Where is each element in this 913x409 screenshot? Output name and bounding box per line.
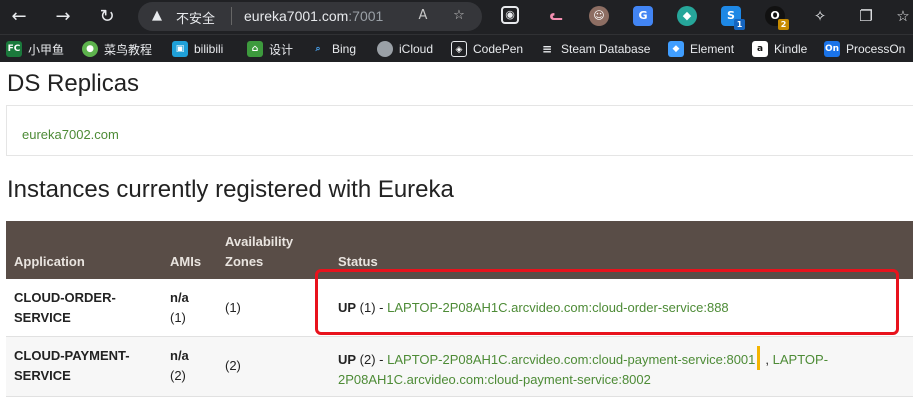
extension-badge: 1 (734, 19, 745, 30)
bookmark-processon[interactable]: On ProcessOn (824, 40, 905, 58)
apple-icon (377, 41, 393, 57)
translate-icon[interactable]: G (633, 6, 653, 26)
bookmark-label: Element (690, 42, 735, 56)
bookmark-label: Steam Database (561, 42, 651, 56)
status-line2: 2P08AH1C.arcvideo.com:cloud-payment-serv… (338, 370, 898, 390)
bookmark-element[interactable]: ◆ Element (668, 40, 734, 58)
bookmark-label: iCloud (399, 42, 434, 56)
header-application[interactable]: Application (14, 252, 85, 272)
annotation-highlight-box (315, 269, 899, 335)
collections-icon[interactable]: ◉ (501, 6, 519, 24)
zones-value: (1) (225, 300, 241, 315)
instance-link[interactable]: LAPTOP-2P08AH1C.arcvideo.com:cloud-payme… (387, 352, 755, 367)
header-zones-line1: Availability (225, 234, 294, 249)
header-amis[interactable]: AMIs (170, 252, 201, 272)
amis-line2: (2) (170, 368, 186, 383)
bookmark-label: 设计 (269, 42, 294, 57)
back-icon[interactable]: ← (6, 4, 32, 30)
address-bar[interactable]: ▲ 不安全 eureka7001.com:7001 A ☆ (138, 2, 482, 31)
add-favorite-icon[interactable]: ☆ (450, 7, 468, 25)
read-aloud-icon[interactable]: A (414, 7, 432, 25)
amazon-icon: a (752, 41, 768, 57)
amis-line2: (1) (170, 310, 186, 325)
bookmarks-bar: FC 小甲鱼 ● 菜鸟教程 ▣ bilibili ⌂ 设计 ⌕ Bing iCloud ◈… (0, 34, 913, 62)
instances-heading: Instances currently registered with Eure… (7, 176, 454, 203)
reload-icon[interactable]: ↻ (94, 4, 120, 30)
bilibili-icon: ▣ (172, 41, 188, 57)
extensions-icon[interactable]: ✧ (810, 6, 830, 26)
bookmark-label: CodePen (473, 42, 524, 56)
bookmark-steam-database[interactable]: ≡ Steam Database (539, 40, 650, 58)
url-text[interactable]: eureka7001.com:7001 (244, 8, 383, 24)
database-icon: ≡ (541, 42, 553, 56)
amis-value: n/a (2) (170, 346, 189, 386)
bookmark-bing[interactable]: ⌕ Bing (310, 40, 356, 58)
bookmark-label: bilibili (194, 42, 224, 56)
app-name: CLOUD-ORDER- SERVICE (14, 288, 116, 328)
page-content: DS Replicas eureka7002.com Instances cur… (0, 62, 913, 409)
replica-link[interactable]: eureka7002.com (22, 127, 119, 142)
bookmark-label: Bing (332, 42, 357, 56)
bookmark-codepen[interactable]: ◈ CodePen (451, 40, 523, 58)
collections-panel-icon[interactable]: ❐ (856, 6, 876, 26)
search-icon: ⌕ (315, 44, 321, 54)
link-separator: , (765, 352, 770, 367)
address-divider (231, 7, 232, 25)
app-name-line2: SERVICE (14, 368, 71, 383)
bookmark-runoob[interactable]: ● 菜鸟教程 (82, 40, 152, 58)
bookmark-kindle[interactable]: a Kindle (752, 40, 807, 58)
bookmark-label: 菜鸟教程 (104, 42, 153, 57)
bookmark-label: Kindle (774, 42, 808, 56)
amis-line1: n/a (170, 290, 189, 305)
replica-list: eureka7002.com (6, 105, 913, 156)
url-host: eureka7001.com (244, 8, 349, 24)
status-line1: UP (2) - LAPTOP-2P08AH1C.arcvideo.com:cl… (338, 346, 898, 370)
runoob-icon: ● (82, 41, 98, 57)
app-name: CLOUD-PAYMENT- SERVICE (14, 346, 130, 386)
instance-link-2-part1[interactable]: LAPTOP- (773, 352, 828, 367)
warning-icon[interactable]: ▲ (152, 8, 168, 24)
bookmark-label: 小甲鱼 (28, 42, 65, 57)
design-icon: ⌂ (247, 41, 263, 57)
extension-badge: 2 (778, 19, 789, 30)
drop-extension-icon[interactable]: ◆ (677, 6, 697, 26)
codepen-icon: ◈ (451, 41, 467, 57)
bookmark-bilibili[interactable]: ▣ bilibili (172, 40, 223, 58)
bookmark-icloud[interactable]: iCloud (377, 40, 433, 58)
processon-icon: On (824, 41, 840, 57)
cat-extension-icon[interactable]: ᓚ (546, 6, 566, 26)
instance-link-2-part2[interactable]: 2P08AH1C.arcvideo.com:cloud-payment-serv… (338, 372, 651, 387)
s-extension-icon[interactable]: S1 (721, 6, 745, 30)
bookmark-xiaojiayu[interactable]: FC 小甲鱼 (6, 40, 64, 58)
text-cursor-marker (757, 346, 761, 370)
security-label[interactable]: 不安全 (176, 8, 215, 27)
app-name-line2: SERVICE (14, 310, 71, 325)
table-row: CLOUD-PAYMENT- SERVICE n/a (2) (2) UP (2… (6, 337, 913, 397)
app-name-line1: CLOUD-PAYMENT- (14, 348, 130, 363)
favorites-icon[interactable]: ☆ (893, 6, 913, 26)
bookmark-label: ProcessOn (846, 42, 906, 56)
replicas-heading: DS Replicas (7, 70, 140, 97)
status-state: UP (338, 352, 357, 367)
header-zones-line2: Zones (225, 254, 264, 269)
fc-icon: FC (6, 41, 22, 57)
forward-icon[interactable]: → (50, 4, 76, 30)
amis-value: n/a (1) (170, 288, 189, 328)
app-name-line1: CLOUD-ORDER- (14, 290, 116, 305)
o-extension-icon[interactable]: O2 (765, 6, 789, 30)
face-extension-icon[interactable]: ☺ (589, 6, 609, 26)
browser-toolbar: ← → ↻ ▲ 不安全 eureka7001.com:7001 A ☆ ◉ ᓚ … (0, 0, 913, 34)
url-port: :7001 (348, 8, 384, 24)
header-zones[interactable]: Availability Zones (225, 232, 293, 272)
zones-value: (2) (225, 358, 241, 373)
status-cell: UP (2) - LAPTOP-2P08AH1C.arcvideo.com:cl… (338, 346, 898, 390)
amis-line1: n/a (170, 348, 189, 363)
bookmark-design[interactable]: ⌂ 设计 (247, 40, 293, 58)
status-count: (2) - (356, 352, 388, 367)
element-icon: ◆ (668, 41, 684, 57)
